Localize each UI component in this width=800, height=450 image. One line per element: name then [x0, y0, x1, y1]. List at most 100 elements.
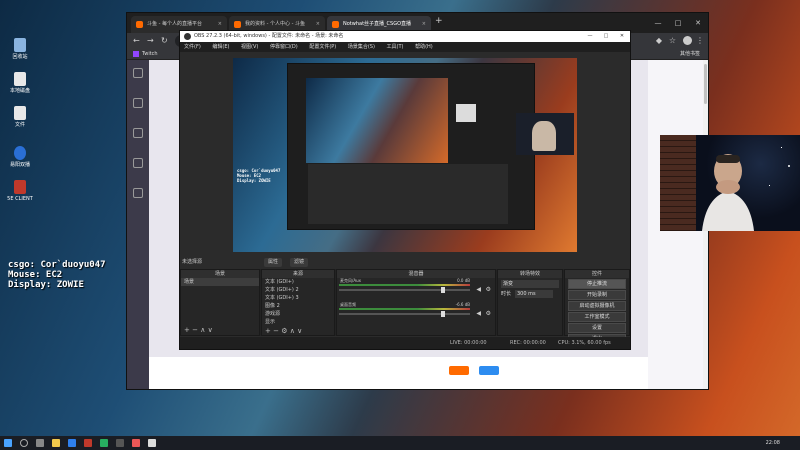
obs-window: OBS 27.2.3 (64-bit, windows) - 配置文件: 未命名…	[179, 30, 631, 350]
live-timer: LIVE: 00:00:00	[450, 340, 487, 346]
menu-file[interactable]: 文件(F)	[184, 44, 201, 50]
menu-help[interactable]: 帮助(H)	[415, 44, 433, 50]
volume-slider[interactable]	[339, 287, 470, 293]
up-icon[interactable]: ∧	[200, 326, 205, 334]
sidebar-item[interactable]	[127, 68, 149, 90]
explorer-icon[interactable]	[52, 439, 60, 447]
sidebar-item[interactable]	[127, 158, 149, 180]
down-icon[interactable]: ∨	[208, 326, 213, 334]
clock[interactable]: 22:08	[766, 436, 780, 450]
filters-button[interactable]: 滤镜	[290, 258, 309, 267]
sidebar-item[interactable]	[127, 98, 149, 120]
volume-slider[interactable]	[339, 311, 470, 317]
douyu-taskbar-icon[interactable]	[132, 439, 140, 447]
add-icon[interactable]: +	[265, 327, 271, 335]
nested-browser	[287, 63, 535, 230]
desktop-icon-5e[interactable]: 5E CLIENT	[0, 180, 40, 202]
new-tab-button[interactable]: +	[435, 16, 443, 26]
app-icon[interactable]	[148, 439, 156, 447]
stream-overlay: csgo: Cor`duoyu047 Mouse: EC2 Display: Z…	[8, 260, 106, 290]
duration-row: 时长 300 ms	[501, 290, 559, 298]
obs-preview[interactable]: csgo: Cor`duoyu047 Mouse: EC2 Display: Z…	[233, 58, 577, 252]
obs-menubar: 文件(F) 编辑(E) 视图(V) 停靠窗口(D) 配置文件(P) 场景集合(S…	[180, 42, 630, 52]
speaker-icon[interactable]: ◀	[476, 310, 481, 317]
properties-button[interactable]: 属性	[264, 258, 283, 267]
close-button[interactable]: ✕	[688, 13, 708, 33]
gear-icon[interactable]: ⚙	[281, 327, 287, 335]
search-icon[interactable]	[20, 439, 28, 447]
minimize-button[interactable]: —	[582, 31, 598, 42]
gear-icon[interactable]: ⚙	[486, 310, 491, 317]
start-recording-button[interactable]: 开始录制	[568, 290, 626, 300]
app-icon[interactable]	[84, 439, 92, 447]
minimize-button[interactable]: —	[648, 13, 668, 33]
down-icon[interactable]: ∨	[297, 327, 302, 335]
browser-icon[interactable]	[68, 439, 76, 447]
obs-titlebar: OBS 27.2.3 (64-bit, windows) - 配置文件: 未命名…	[180, 31, 630, 42]
menu-scene-collection[interactable]: 场景集合(S)	[348, 44, 375, 50]
nested-docks	[308, 164, 508, 224]
app-icon[interactable]	[100, 439, 108, 447]
avatar[interactable]	[683, 36, 692, 45]
obs-logo-icon	[184, 33, 191, 40]
desktop-icon-file[interactable]: 文件	[0, 106, 40, 128]
preview-cam	[516, 113, 574, 155]
overlay-csgo: csgo: Cor`duoyu047	[8, 260, 106, 270]
transition-select[interactable]: 渐变	[501, 280, 559, 288]
source-item[interactable]: 图像 2	[262, 302, 334, 310]
volume-meter	[339, 308, 470, 310]
start-icon[interactable]	[4, 439, 12, 447]
desktop-icon-disk[interactable]: 本地磁盘	[0, 72, 40, 94]
remove-icon[interactable]: −	[192, 326, 198, 334]
forward-icon[interactable]: →	[147, 36, 154, 45]
sidebar-item[interactable]	[127, 188, 149, 210]
source-item[interactable]: 文本 (GDI+) 2	[262, 286, 334, 294]
menu-profile[interactable]: 配置文件(P)	[309, 44, 336, 50]
gear-icon[interactable]: ⚙	[486, 286, 491, 293]
star-icon[interactable]: ☆	[669, 36, 676, 45]
desktop-icon-recycle[interactable]: 回收站	[0, 38, 40, 60]
back-icon[interactable]: ←	[133, 36, 140, 45]
gift-button[interactable]	[479, 366, 499, 375]
remove-icon[interactable]: −	[273, 327, 279, 335]
menu-view[interactable]: 视图(V)	[241, 44, 258, 50]
speaker-icon[interactable]: ◀	[476, 286, 481, 293]
duration-input[interactable]: 300 ms	[515, 290, 553, 298]
reload-icon[interactable]: ↻	[161, 36, 168, 45]
stop-streaming-button[interactable]: 停止推流	[568, 279, 626, 289]
add-icon[interactable]: +	[184, 326, 190, 334]
obs-window-controls: — □ ✕	[582, 31, 630, 42]
extension-icon[interactable]: ◆	[656, 36, 662, 45]
up-icon[interactable]: ∧	[290, 327, 295, 335]
maximize-button[interactable]: □	[668, 13, 688, 33]
maximize-button[interactable]: □	[598, 31, 614, 42]
settings-button[interactable]: 设置	[568, 323, 626, 333]
source-item[interactable]: 文本 (GDI+) 3	[262, 294, 334, 302]
obs-taskbar-icon[interactable]	[116, 439, 124, 447]
douyu-favicon-icon	[136, 21, 143, 28]
menu-docks[interactable]: 停靠窗口(D)	[270, 44, 298, 50]
douyu-favicon-icon	[234, 21, 241, 28]
sources-toolbar: + − ⚙ ∧ ∨	[262, 327, 334, 335]
game-icon	[133, 158, 143, 168]
task-view-icon[interactable]	[36, 439, 44, 447]
menu-edit[interactable]: 编辑(E)	[212, 44, 229, 50]
menu-tools[interactable]: 工具(T)	[387, 44, 404, 50]
douyu-favicon-icon	[332, 21, 339, 28]
close-button[interactable]: ✕	[614, 31, 630, 42]
desktop-icon-app[interactable]: 易阳双播	[0, 146, 40, 168]
source-item[interactable]: 文本 (GDI+)	[262, 278, 334, 286]
bookmark-other[interactable]: 其他书签	[680, 49, 700, 59]
scene-item[interactable]: 场景	[181, 278, 259, 286]
mixer-channel-mic: 麦克风/Aux 0.0 dB ◀ ⚙	[339, 278, 491, 293]
menu-icon[interactable]: ⋮	[696, 36, 704, 45]
virtual-camera-button[interactable]: 启动虚拟摄像机	[568, 301, 626, 311]
sidebar-item[interactable]	[127, 128, 149, 150]
source-item[interactable]: 显示	[262, 318, 334, 326]
source-item[interactable]: 游戏源	[262, 310, 334, 318]
twitch-icon	[133, 51, 139, 57]
send-button[interactable]	[449, 366, 469, 375]
mixer-dock-title: 混音器	[337, 270, 495, 278]
studio-mode-button[interactable]: 工作室模式	[568, 312, 626, 322]
bookmark-twitch[interactable]: Twitch	[142, 49, 158, 59]
